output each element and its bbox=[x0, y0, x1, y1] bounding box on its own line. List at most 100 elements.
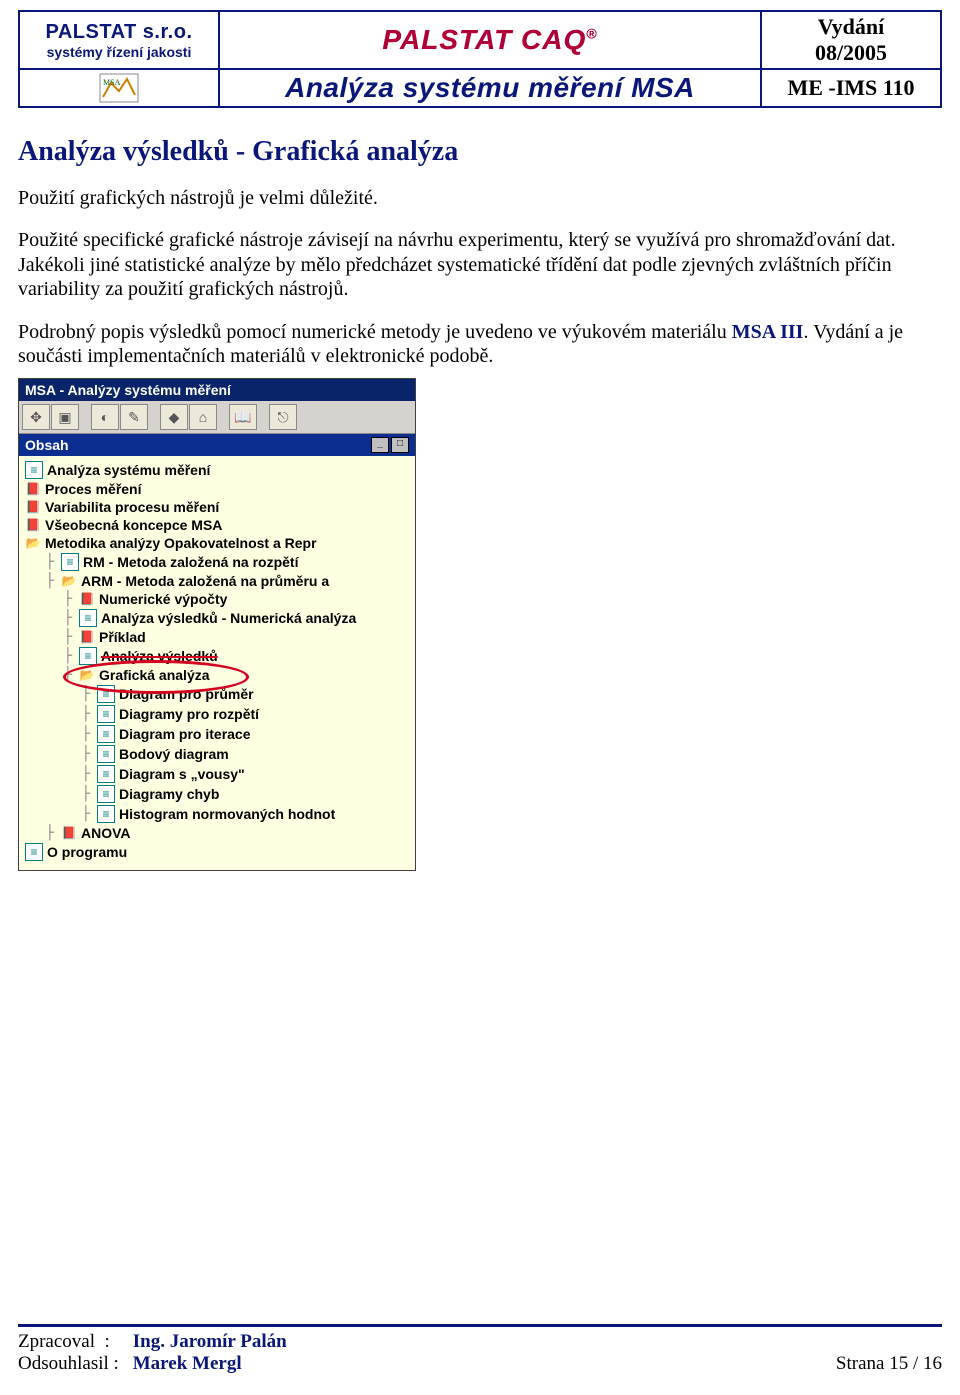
toolbar-btn-7[interactable]: 📖 bbox=[229, 404, 257, 430]
tree-item[interactable]: ≡O programu bbox=[23, 842, 411, 862]
app-titlebar: MSA - Analýzy systému měření bbox=[19, 379, 415, 401]
tree-item[interactable]: ├≡Diagramy chyb bbox=[23, 784, 411, 804]
tree-item[interactable]: ├≡Diagram s „vousy" bbox=[23, 764, 411, 784]
book-icon: 📕 bbox=[79, 629, 95, 645]
open-book-icon: 📂 bbox=[61, 573, 77, 589]
book-icon: 📕 bbox=[25, 517, 41, 533]
panel-label: Obsah bbox=[25, 437, 69, 453]
toolbar-btn-4[interactable]: ✎ bbox=[120, 404, 148, 430]
page-icon: ≡ bbox=[97, 705, 115, 723]
app-toolbar: ✥ ▣ ◐ ✎ ◆ ⌂ 📖 ⎋ bbox=[19, 401, 415, 434]
book-icon: 📕 bbox=[25, 499, 41, 515]
tree-item-label: ANOVA bbox=[81, 825, 131, 841]
tree-item[interactable]: ├📂Grafická analýza bbox=[23, 666, 411, 684]
svg-text:MSA: MSA bbox=[103, 78, 121, 87]
app-window: MSA - Analýzy systému měření ✥ ▣ ◐ ✎ ◆ ⌂… bbox=[18, 378, 416, 871]
footer: Zpracoval : Ing. Jaromír Palán Odsouhlas… bbox=[18, 1331, 942, 1375]
msa-logo-icon: MSA bbox=[99, 73, 139, 103]
issue-date: 08/2005 bbox=[768, 40, 934, 66]
tree-item[interactable]: ├📕ANOVA bbox=[23, 824, 411, 842]
tree-item[interactable]: ├≡Analýza výsledků bbox=[23, 646, 411, 666]
toolbar-btn-8[interactable]: ⎋ bbox=[269, 404, 297, 430]
page-icon: ≡ bbox=[79, 647, 97, 665]
tree-item-label: Bodový diagram bbox=[119, 746, 229, 762]
footer-rule bbox=[18, 1324, 942, 1327]
tree-item-label: Diagramy pro rozpětí bbox=[119, 706, 259, 722]
page-icon: ≡ bbox=[25, 843, 43, 861]
tree-item[interactable]: ├📕Numerické výpočty bbox=[23, 590, 411, 608]
open-book-icon: 📂 bbox=[79, 667, 95, 683]
tree-item-label: Diagram s „vousy" bbox=[119, 766, 245, 782]
tree-item-label: Analýza systému měření bbox=[47, 462, 210, 478]
tree-item-label: Analýza výsledků - Numerická analýza bbox=[101, 610, 356, 626]
tree-view: ≡Analýza systému měření📕Proces měření📕Va… bbox=[19, 456, 415, 870]
page-icon: ≡ bbox=[97, 765, 115, 783]
tree-item[interactable]: ≡Analýza systému měření bbox=[23, 460, 411, 480]
doc-code: ME -IMS 110 bbox=[761, 69, 941, 107]
tree-item-label: Histogram normovaných hodnot bbox=[119, 806, 335, 822]
tree-item[interactable]: 📕Variabilita procesu měření bbox=[23, 498, 411, 516]
page-icon: ≡ bbox=[97, 725, 115, 743]
toolbar-btn-3[interactable]: ◐ bbox=[91, 404, 119, 430]
tree-item[interactable]: ├≡Diagramy pro rozpětí bbox=[23, 704, 411, 724]
page-icon: ≡ bbox=[25, 461, 43, 479]
panel-min-icon[interactable]: _ bbox=[371, 437, 389, 453]
book-icon: 📕 bbox=[25, 481, 41, 497]
tree-item-label: Proces měření bbox=[45, 481, 142, 497]
tree-item[interactable]: ├≡RM - Metoda založená na rozpětí bbox=[23, 552, 411, 572]
tree-item-label: O programu bbox=[47, 844, 127, 860]
panel-titlebar: Obsah _ □ bbox=[19, 434, 415, 456]
book-icon: 📕 bbox=[61, 825, 77, 841]
paragraph-2: Použité specifické grafické nástroje záv… bbox=[18, 228, 942, 301]
tree-item-label: Diagram pro průměr bbox=[119, 686, 254, 702]
tree-item[interactable]: ├📂ARM - Metoda založená na průměru a bbox=[23, 572, 411, 590]
paragraph-3: Podrobný popis výsledků pomocí numerické… bbox=[18, 320, 942, 369]
tree-item[interactable]: 📂Metodika analýzy Opakovatelnost a Repr bbox=[23, 534, 411, 552]
page-icon: ≡ bbox=[61, 553, 79, 571]
page-icon: ≡ bbox=[97, 785, 115, 803]
tree-item[interactable]: ├≡Diagram pro průměr bbox=[23, 684, 411, 704]
tree-item-label: Diagramy chyb bbox=[119, 786, 219, 802]
author-name: Ing. Jaromír Palán bbox=[133, 1331, 287, 1352]
open-book-icon: 📂 bbox=[25, 535, 41, 551]
page-icon: ≡ bbox=[97, 685, 115, 703]
page-icon: ≡ bbox=[97, 745, 115, 763]
tree-item-label: RM - Metoda založená na rozpětí bbox=[83, 554, 298, 570]
tree-item[interactable]: ├≡Bodový diagram bbox=[23, 744, 411, 764]
author-label: Zpracoval : bbox=[18, 1331, 128, 1353]
tree-item-label: Numerické výpočty bbox=[99, 591, 227, 607]
company-name: PALSTAT s.r.o. bbox=[26, 21, 212, 44]
tree-item-label: Diagram pro iterace bbox=[119, 726, 251, 742]
doc-subtitle: Analýza systému měření MSA bbox=[285, 72, 695, 103]
page-icon: ≡ bbox=[79, 609, 97, 627]
product-title: PALSTAT CAQ® bbox=[382, 24, 597, 56]
tree-item[interactable]: ├≡Histogram normovaných hodnot bbox=[23, 804, 411, 824]
book-icon: 📕 bbox=[79, 591, 95, 607]
doc-header: PALSTAT s.r.o. systémy řízení jakosti PA… bbox=[18, 10, 942, 108]
approver-name: Marek Mergl bbox=[133, 1353, 242, 1374]
page-icon: ≡ bbox=[97, 805, 115, 823]
tree-item-label: Všeobecná koncepce MSA bbox=[45, 517, 222, 533]
toolbar-btn-2[interactable]: ▣ bbox=[51, 404, 79, 430]
tree-item-label: Analýza výsledků bbox=[101, 648, 218, 664]
tree-item[interactable]: ├📕Příklad bbox=[23, 628, 411, 646]
panel-max-icon[interactable]: □ bbox=[391, 437, 409, 453]
tree-item-label: Variabilita procesu měření bbox=[45, 499, 219, 515]
section-heading: Analýza výsledků - Grafická analýza bbox=[18, 136, 942, 168]
msa-link: MSA III bbox=[732, 321, 804, 343]
tree-item-label: Příklad bbox=[99, 629, 146, 645]
page-number: Strana 15 / 16 bbox=[836, 1353, 942, 1375]
tree-item[interactable]: ├≡Diagram pro iterace bbox=[23, 724, 411, 744]
toolbar-btn-5[interactable]: ◆ bbox=[160, 404, 188, 430]
approver-label: Odsouhlasil : bbox=[18, 1353, 128, 1375]
toolbar-btn-1[interactable]: ✥ bbox=[22, 404, 50, 430]
tree-item[interactable]: 📕Všeobecná koncepce MSA bbox=[23, 516, 411, 534]
toolbar-btn-6[interactable]: ⌂ bbox=[189, 404, 217, 430]
tree-item-label: Metodika analýzy Opakovatelnost a Repr bbox=[45, 535, 317, 551]
tree-item-label: ARM - Metoda založená na průměru a bbox=[81, 573, 329, 589]
tree-item[interactable]: 📕Proces měření bbox=[23, 480, 411, 498]
tree-item[interactable]: ├≡Analýza výsledků - Numerická analýza bbox=[23, 608, 411, 628]
company-subtitle: systémy řízení jakosti bbox=[26, 44, 212, 60]
tree-item-label: Grafická analýza bbox=[99, 667, 210, 683]
issue-label: Vydání bbox=[768, 14, 934, 40]
